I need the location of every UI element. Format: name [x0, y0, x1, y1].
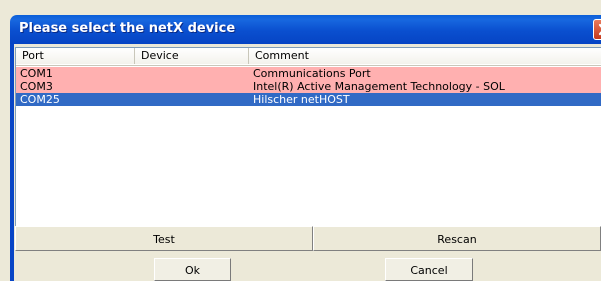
device-select-dialog: Please select the netX device Port Devic… [0, 0, 601, 281]
action-button-row: Test Rescan [15, 226, 601, 253]
column-header-port[interactable]: Port [16, 48, 135, 64]
device-list[interactable]: Port Device Comment COM1 Communications … [15, 47, 601, 226]
ok-button[interactable]: Ok [154, 258, 231, 281]
comment-cell: Hilscher netHOST [253, 93, 350, 106]
column-header-device[interactable]: Device [135, 48, 249, 64]
list-item[interactable]: COM3 Intel(R) Active Management Technolo… [16, 80, 601, 93]
dialog-button-row: Ok Cancel [15, 253, 601, 281]
list-header: Port Device Comment [16, 48, 601, 66]
comment-cell: Communications Port [253, 67, 371, 80]
rescan-button[interactable]: Rescan [313, 226, 601, 251]
test-button[interactable]: Test [15, 226, 313, 251]
list-item[interactable]: COM1 Communications Port [16, 67, 601, 80]
port-cell: COM25 [20, 93, 60, 106]
window-title: Please select the netX device [19, 21, 236, 36]
port-cell: COM1 [20, 67, 53, 80]
dialog-client-area: Port Device Comment COM1 Communications … [14, 44, 601, 281]
cancel-button[interactable]: Cancel [385, 258, 473, 281]
close-button[interactable] [593, 19, 601, 40]
list-item-selected[interactable]: COM25 Hilscher netHOST [16, 93, 601, 106]
port-cell: COM3 [20, 80, 53, 93]
close-icon [598, 23, 601, 36]
column-header-comment[interactable]: Comment [249, 48, 601, 64]
title-bar[interactable]: Please select the netX device [10, 15, 601, 44]
comment-cell: Intel(R) Active Management Technology - … [253, 80, 505, 93]
